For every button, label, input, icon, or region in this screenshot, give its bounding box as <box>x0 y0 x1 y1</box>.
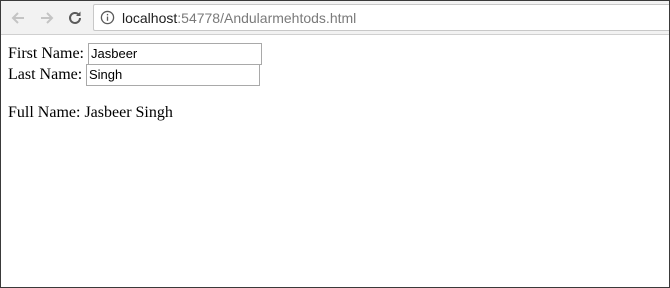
first-name-input[interactable]: Jasbeer <box>88 43 262 65</box>
full-name-text: Full Name: Jasbeer Singh <box>8 104 173 121</box>
page-content: First Name: Jasbeer Last Name: Singh Ful… <box>1 35 669 287</box>
info-circle-icon[interactable] <box>100 10 115 25</box>
url-host: localhost <box>122 10 178 26</box>
reload-icon <box>69 11 81 24</box>
url-path: :54778/Andularmehtods.html <box>177 10 357 26</box>
url-text[interactable]: localhost:54778/Andularmehtods.html <box>122 10 356 26</box>
forward-button[interactable] <box>35 6 59 30</box>
address-bar[interactable]: localhost:54778/Andularmehtods.html <box>93 4 669 31</box>
browser-window: localhost:54778/Andularmehtods.html Firs… <box>0 0 670 288</box>
browser-toolbar: localhost:54778/Andularmehtods.html <box>1 1 669 35</box>
arrow-right-icon <box>41 12 54 24</box>
reload-button[interactable] <box>63 6 87 30</box>
last-name-label: Last Name: <box>8 66 83 83</box>
last-name-input[interactable]: Singh <box>86 64 260 86</box>
back-button[interactable] <box>6 6 30 30</box>
first-name-label: First Name: <box>8 45 84 62</box>
arrow-left-icon <box>11 12 24 24</box>
